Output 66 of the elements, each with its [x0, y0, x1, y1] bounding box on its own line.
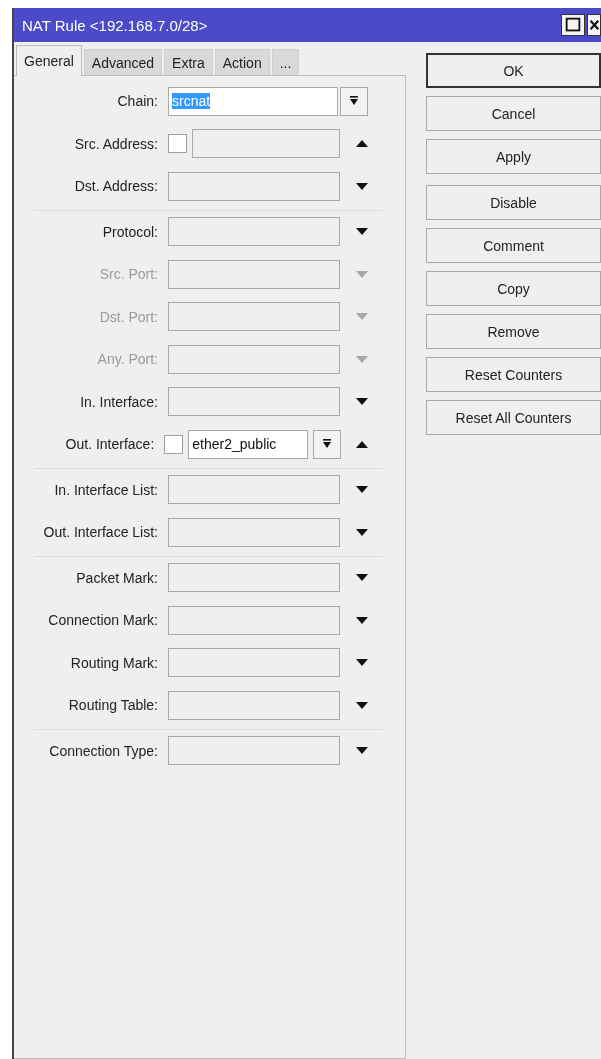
field-label: Packet Mark:: [75, 569, 159, 586]
input-field[interactable]: [168, 171, 341, 201]
field-label: In. Interface:: [79, 393, 159, 410]
field-label: Routing Mark:: [69, 654, 159, 671]
dialog-button[interactable]: Reset Counters: [426, 357, 601, 392]
dropdown-arrow-icon[interactable]: [355, 398, 368, 406]
dialog-button[interactable]: Remove: [426, 314, 601, 349]
input-field[interactable]: [168, 605, 341, 635]
field-label: Out. Interface List:: [42, 524, 159, 541]
field-label: Connection Mark:: [47, 612, 159, 629]
field-label: Dst. Address:: [73, 178, 159, 195]
close-icon[interactable]: [587, 14, 601, 36]
field-label: In. Interface List:: [53, 481, 159, 498]
field-label: Src. Address:: [73, 135, 159, 152]
dialog-button[interactable]: Copy: [426, 271, 601, 306]
checkbox[interactable]: [168, 134, 187, 154]
input-field[interactable]: [168, 517, 341, 547]
input-field[interactable]: [168, 217, 341, 247]
field-label: Any. Port:: [96, 351, 159, 368]
input-field[interactable]: [168, 690, 341, 720]
maximize-icon[interactable]: [561, 14, 585, 36]
dropdown-arrow-icon[interactable]: [355, 228, 368, 236]
field-label: Routing Table:: [67, 697, 159, 714]
window-title: NAT Rule <192.168.7.0/28>: [22, 16, 209, 34]
tab[interactable]: Action: [214, 49, 270, 76]
dropdown-arrow-icon[interactable]: [355, 747, 368, 755]
dropdown-arrow-icon[interactable]: [355, 659, 368, 667]
dialog-button[interactable]: Comment: [426, 228, 601, 263]
dialog-button[interactable]: Apply: [426, 139, 601, 174]
tab[interactable]: Extra: [164, 49, 213, 76]
input-field[interactable]: [168, 387, 341, 417]
field-label: Dst. Port:: [98, 308, 159, 325]
collapse-arrow-icon[interactable]: [355, 140, 368, 148]
input-field[interactable]: [168, 259, 341, 289]
input-field[interactable]: [168, 563, 341, 593]
dropdown-arrow-icon[interactable]: [355, 574, 368, 582]
collapse-arrow-icon[interactable]: [356, 440, 369, 448]
input-field[interactable]: [168, 475, 341, 505]
dialog-button[interactable]: Reset All Counters: [426, 400, 601, 435]
input-field[interactable]: ether2_public: [188, 429, 309, 459]
input-field[interactable]: [192, 129, 341, 159]
field-label: Out. Interface:: [64, 436, 156, 453]
field-label: Protocol:: [101, 223, 159, 240]
dropdown-button[interactable]: [313, 429, 342, 459]
dropdown-arrow-icon[interactable]: [355, 486, 368, 494]
input-field[interactable]: [168, 344, 341, 374]
input-field[interactable]: [168, 648, 341, 678]
dialog-button[interactable]: OK: [426, 53, 601, 88]
list-arrow-icon: [349, 96, 360, 107]
dropdown-arrow-icon[interactable]: [355, 701, 368, 709]
input-field[interactable]: [168, 736, 341, 766]
dropdown-arrow-icon[interactable]: [355, 528, 368, 536]
checkbox[interactable]: [164, 434, 184, 454]
tab[interactable]: General: [16, 45, 82, 76]
field-label: Src. Port:: [98, 266, 159, 283]
dialog-button[interactable]: Disable: [426, 185, 601, 220]
dropdown-arrow-icon[interactable]: [355, 182, 368, 190]
dropdown-arrow-icon[interactable]: [355, 616, 368, 624]
list-arrow-icon: [322, 439, 333, 450]
dialog-button[interactable]: Cancel: [426, 96, 601, 131]
field-label: Chain:: [116, 93, 159, 110]
input-field[interactable]: [168, 302, 341, 332]
dropdown-button[interactable]: [340, 86, 369, 116]
tab[interactable]: ...: [271, 49, 300, 76]
field-label: Connection Type:: [48, 742, 159, 759]
tab[interactable]: Advanced: [83, 49, 163, 76]
